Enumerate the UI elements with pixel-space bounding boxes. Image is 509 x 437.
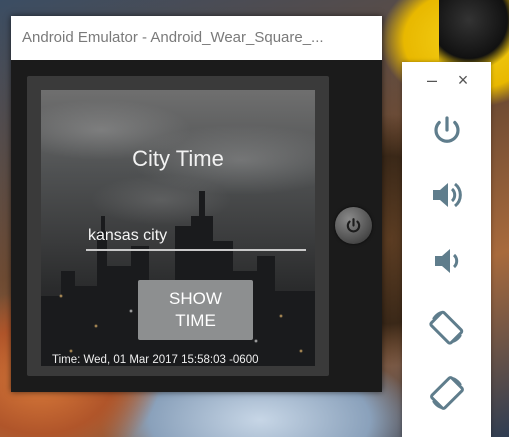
- window-title: Android Emulator - Android_Wear_Square_.…: [22, 29, 324, 46]
- rotate-left-icon: [429, 310, 464, 345]
- rotate-right-icon: [430, 376, 464, 410]
- app-title: City Time: [132, 146, 224, 171]
- device-power-button[interactable]: [335, 207, 372, 244]
- device-screen[interactable]: City Time SHOW TIME Time: Wed, 01 Mar 20…: [41, 90, 315, 366]
- emulator-window: Android Emulator - Android_Wear_Square_.…: [11, 16, 382, 392]
- minimize-button[interactable]: –: [422, 70, 442, 90]
- rotate-left-button[interactable]: [427, 307, 467, 347]
- volume-up-icon: [433, 182, 462, 208]
- window-title-bar[interactable]: Android Emulator - Android_Wear_Square_.…: [11, 16, 382, 60]
- volume-up-button[interactable]: [427, 175, 467, 215]
- show-time-button[interactable]: SHOW TIME: [138, 280, 253, 340]
- time-result-text: Time: Wed, 01 Mar 2017 15:58:03 -0600: [52, 354, 259, 366]
- volume-down-button[interactable]: [427, 241, 467, 281]
- city-input[interactable]: [86, 225, 306, 251]
- volume-down-icon: [435, 249, 459, 273]
- power-icon: [346, 218, 361, 233]
- rotate-right-button[interactable]: [427, 373, 467, 413]
- power-icon: [434, 116, 460, 143]
- power-button[interactable]: [427, 110, 467, 150]
- close-button[interactable]: ×: [453, 70, 473, 90]
- emulator-side-toolbar: – ×: [402, 62, 491, 437]
- wallpaper-detail: [439, 0, 509, 70]
